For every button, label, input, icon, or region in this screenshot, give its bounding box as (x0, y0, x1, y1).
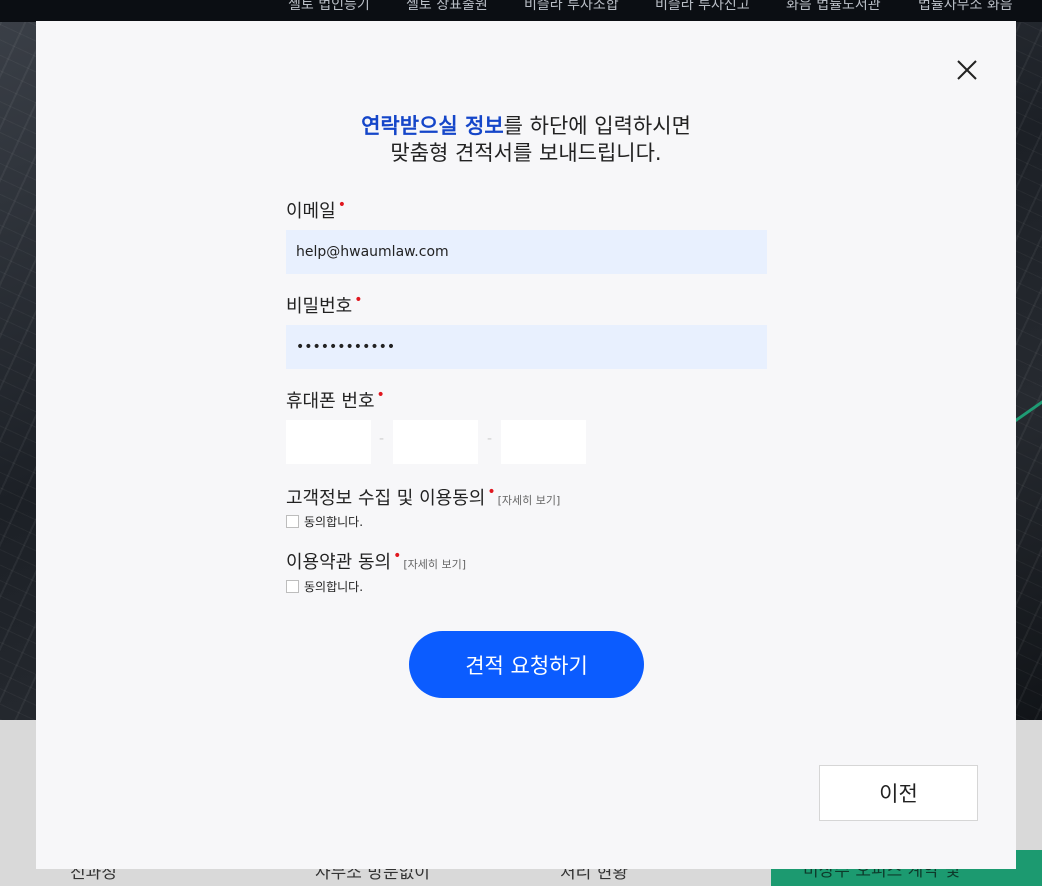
submit-quote-button[interactable]: 견적 요청하기 (409, 631, 644, 698)
email-label: 이메일 • (286, 197, 346, 223)
privacy-detail-link[interactable]: [자세히 보기] (498, 494, 561, 507)
phone-part-2-input[interactable] (393, 420, 478, 464)
required-mark: • (487, 484, 496, 500)
terms-consent-label-text: 이용약관 동의 (286, 552, 392, 573)
previous-button[interactable]: 이전 (819, 765, 978, 821)
bg-nav-item: 법률사무소 화음 (918, 0, 1013, 13)
bg-accent-line (1014, 385, 1042, 422)
phone-separator: - (487, 431, 493, 447)
bg-nav-item: 화음 법률도서관 (786, 0, 881, 13)
bg-nav-item: 셸토 상표출원 (406, 0, 488, 13)
phone-part-3-input[interactable] (501, 420, 586, 464)
bg-nav-item: 비즐라 투자신고 (655, 0, 750, 13)
email-label-text: 이메일 (286, 201, 336, 222)
terms-consent-label: 이용약관 동의 •[자세히 보기] (286, 548, 466, 574)
headline-line-2: 맞춤형 견적서를 보내드립니다. (390, 141, 662, 165)
background-top-nav: 셸토 법인등기 셸토 상표출원 비즐라 투자조합 비즐라 투자신고 화음 법률도… (0, 0, 1042, 22)
terms-consent-checkbox-row[interactable]: 동의합니다. (286, 578, 363, 595)
modal-headline: 연락받으실 정보를 하단에 입력하시면 맞춤형 견적서를 보내드립니다. (36, 113, 1016, 167)
close-button[interactable] (954, 57, 980, 83)
phone-separator: - (379, 431, 385, 447)
privacy-consent-label-text: 고객정보 수집 및 이용동의 (286, 488, 486, 509)
password-field[interactable] (286, 325, 767, 369)
privacy-consent-checkbox-row[interactable]: 동의합니다. (286, 513, 363, 530)
phone-label: 휴대폰 번호 • (286, 387, 385, 413)
bg-nav-item: 비즐라 투자조합 (524, 0, 619, 13)
required-mark: • (337, 197, 346, 213)
phone-label-text: 휴대폰 번호 (286, 391, 375, 412)
close-icon (957, 60, 977, 80)
phone-part-1-input[interactable] (286, 420, 371, 464)
terms-consent-checkbox-label: 동의합니다. (304, 580, 364, 594)
password-label: 비밀번호 • (286, 292, 363, 318)
bg-nav-item: 셸토 법인등기 (288, 0, 370, 13)
password-label-text: 비밀번호 (286, 296, 353, 317)
headline-emphasis: 연락받으실 정보 (361, 114, 504, 138)
privacy-consent-checkbox-label: 동의합니다. (304, 515, 364, 529)
required-mark: • (354, 292, 363, 308)
terms-consent-checkbox[interactable] (286, 580, 299, 593)
quote-request-modal: 연락받으실 정보를 하단에 입력하시면 맞춤형 견적서를 보내드립니다. 이메일… (36, 21, 1016, 869)
terms-detail-link[interactable]: [자세히 보기] (403, 558, 466, 571)
required-mark: • (376, 387, 385, 403)
privacy-consent-label: 고객정보 수집 및 이용동의 •[자세히 보기] (286, 484, 560, 510)
privacy-consent-checkbox[interactable] (286, 515, 299, 528)
headline-text: 를 하단에 입력하시면 (503, 114, 691, 138)
email-field[interactable] (286, 230, 767, 274)
required-mark: • (393, 548, 402, 564)
